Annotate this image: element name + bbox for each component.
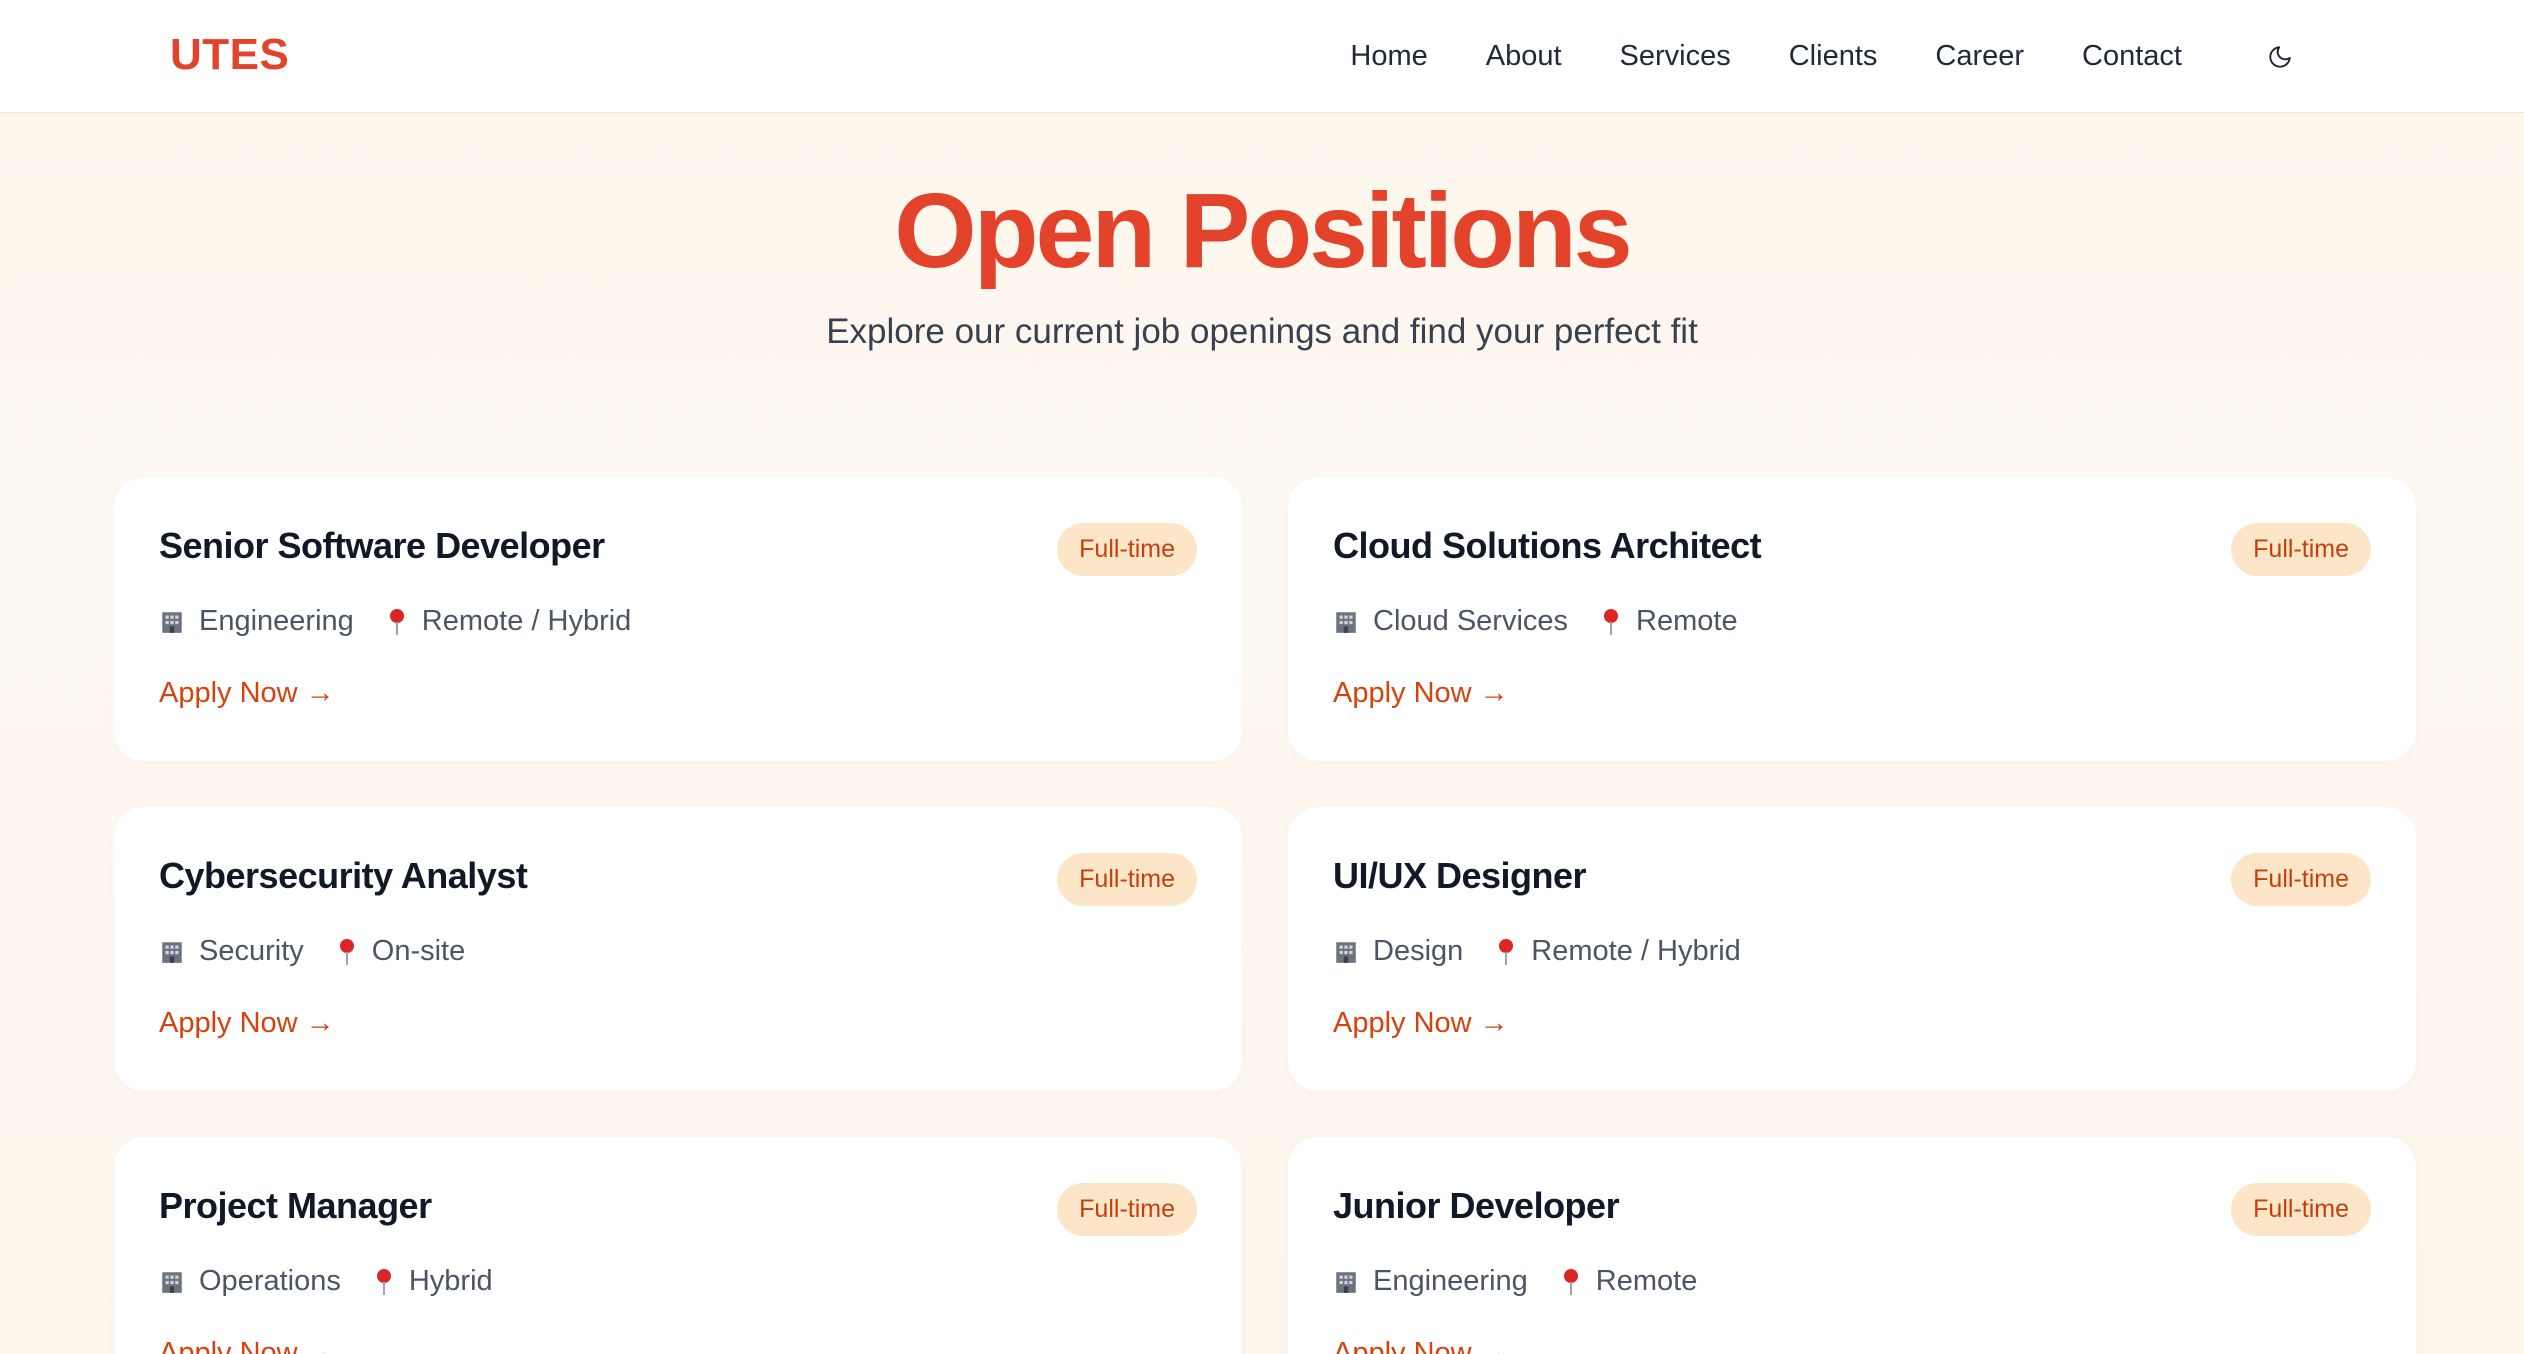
job-meta: Cloud Services Remote xyxy=(1333,605,1738,638)
pin-icon xyxy=(1495,938,1517,966)
nav-clients-link[interactable]: Clients xyxy=(1789,40,1878,73)
job-title: Cloud Solutions Architect xyxy=(1333,525,1762,566)
nav-contact-link[interactable]: Contact xyxy=(2082,40,2182,73)
building-icon xyxy=(1333,1269,1359,1295)
apply-now-link[interactable]: Apply Now → xyxy=(159,677,335,710)
job-location: On-site xyxy=(371,935,466,967)
nav-about-link[interactable]: About xyxy=(1486,40,1562,73)
building-icon xyxy=(159,939,185,965)
job-meta: Security On-site xyxy=(159,935,465,968)
job-title: Cybersecurity Analyst xyxy=(159,855,528,896)
job-title: Project Manager xyxy=(159,1185,432,1226)
job-location: Remote xyxy=(1636,605,1738,637)
job-department: Design xyxy=(1373,935,1464,967)
job-card: Project Manager Full-time Operations Hyb… xyxy=(114,1137,1242,1354)
apply-now-link[interactable]: Apply Now → xyxy=(1333,677,1509,710)
page-subtitle: Explore our current job openings and fin… xyxy=(826,311,1698,351)
nav-links: Home About Services Clients Career Conta… xyxy=(1350,0,2300,113)
job-card: Senior Software Developer Full-time Engi… xyxy=(114,477,1242,761)
apply-now-link[interactable]: Apply Now → xyxy=(159,1337,335,1354)
job-type-badge: Full-time xyxy=(2231,523,2371,576)
pin-icon xyxy=(386,608,408,636)
apply-now-link[interactable]: Apply Now → xyxy=(1333,1337,1509,1354)
job-location: Remote / Hybrid xyxy=(421,605,632,637)
job-department: Security xyxy=(199,935,304,967)
job-location: Hybrid xyxy=(408,1265,493,1297)
job-card: Cloud Solutions Architect Full-time Clou… xyxy=(1288,477,2416,761)
building-icon xyxy=(159,1269,185,1295)
nav-services-link[interactable]: Services xyxy=(1620,40,1731,73)
job-department: Cloud Services xyxy=(1373,605,1569,637)
job-title: UI/UX Designer xyxy=(1333,855,1587,896)
job-grid: Senior Software Developer Full-time Engi… xyxy=(114,477,2416,1354)
job-type-badge: Full-time xyxy=(1057,523,1197,576)
nav-home-link[interactable]: Home xyxy=(1350,40,1427,73)
job-meta: Operations Hybrid xyxy=(159,1265,493,1298)
navbar: UTES Home About Services Clients Career … xyxy=(0,0,2524,113)
job-title: Senior Software Developer xyxy=(159,525,605,566)
job-meta: Design Remote / Hybrid xyxy=(1333,935,1741,968)
job-department: Engineering xyxy=(1373,1265,1528,1297)
apply-now-link[interactable]: Apply Now → xyxy=(159,1007,335,1040)
job-card: UI/UX Designer Full-time Design Remote /… xyxy=(1288,807,2416,1091)
pin-icon xyxy=(1600,608,1622,636)
hero-section: Open Positions Explore our current job o… xyxy=(0,113,2524,352)
job-type-badge: Full-time xyxy=(2231,1183,2371,1236)
logo[interactable]: UTES xyxy=(170,30,289,80)
moon-icon xyxy=(2269,45,2291,68)
pin-icon xyxy=(1560,1268,1582,1296)
job-location: Remote xyxy=(1595,1265,1698,1297)
job-title: Junior Developer xyxy=(1333,1185,1620,1226)
job-card: Junior Developer Full-time Engineering R… xyxy=(1288,1137,2416,1354)
nav-career-link[interactable]: Career xyxy=(1935,40,2024,73)
job-card: Cybersecurity Analyst Full-time Security… xyxy=(114,807,1242,1091)
page-title: Open Positions xyxy=(894,172,1632,290)
job-type-badge: Full-time xyxy=(1057,1183,1197,1236)
job-department: Operations xyxy=(199,1265,341,1297)
job-location: Remote / Hybrid xyxy=(1531,935,1741,967)
building-icon xyxy=(1333,939,1359,965)
pin-icon xyxy=(336,938,358,966)
job-type-badge: Full-time xyxy=(1057,853,1197,906)
job-type-badge: Full-time xyxy=(2231,853,2371,906)
job-meta: Engineering Remote xyxy=(1333,1265,1697,1298)
apply-now-link[interactable]: Apply Now → xyxy=(1333,1007,1509,1040)
pin-icon xyxy=(373,1268,395,1296)
building-icon xyxy=(1333,609,1359,635)
job-meta: Engineering Remote / Hybrid xyxy=(159,605,631,638)
building-icon xyxy=(159,609,185,635)
theme-toggle-button[interactable] xyxy=(2260,37,2300,77)
job-department: Engineering xyxy=(199,605,354,637)
